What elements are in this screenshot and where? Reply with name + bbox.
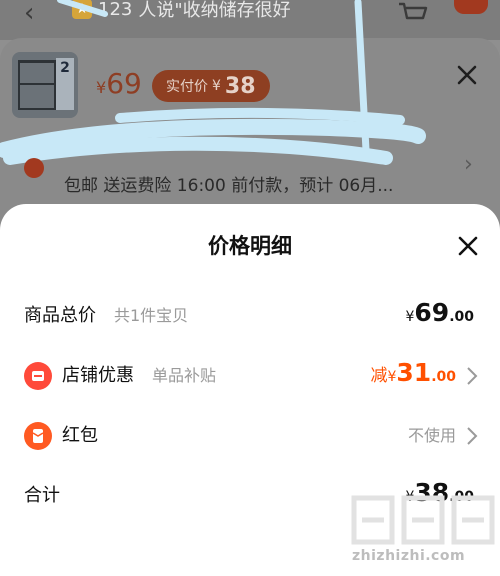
real-price-pill: 实付价 ¥ 38 — [152, 70, 270, 102]
chevron-right-icon — [467, 427, 478, 445]
review-text: 人说"收纳储存很好 — [138, 0, 291, 21]
chevron-right-icon: › — [464, 152, 473, 177]
review-banner: ★ 123 人说"收纳储存很好 — [72, 0, 291, 21]
review-count: 123 — [98, 0, 133, 20]
product-price: ¥69 — [96, 67, 142, 100]
row-shop-discount[interactable]: 店铺优惠 单品补贴 减¥31.00 — [0, 358, 500, 404]
chevron-right-icon — [467, 367, 478, 385]
goods-total-value: ¥69.00 — [405, 298, 474, 327]
watermark-text: zhizhizhi.com — [352, 548, 466, 564]
goods-count: 共1件宝贝 — [114, 306, 189, 325]
red-packet-icon — [24, 422, 52, 450]
row-goods-total: 商品总价 共1件宝贝 ¥69.00 — [0, 298, 500, 344]
shop-discount-sub: 单品补贴 — [152, 366, 217, 385]
close-icon[interactable] — [458, 236, 478, 256]
sheet-title: 价格明细 — [208, 234, 292, 258]
goods-total-label: 商品总价 — [24, 305, 96, 326]
row-red-packet[interactable]: 红包 不使用 — [0, 422, 500, 464]
notification-badge — [454, 0, 488, 14]
close-icon — [457, 65, 477, 85]
shipping-icon — [24, 158, 44, 178]
red-packet-label: 红包 — [62, 425, 98, 446]
grand-total-label: 合计 — [24, 485, 60, 506]
shop-icon — [24, 362, 52, 390]
star-icon: ★ — [72, 0, 92, 19]
back-icon: ‹ — [24, 0, 35, 28]
shipping-info: 包邮 送运费险 16:00 前付款，预计 06月... — [64, 176, 394, 196]
product-thumbnail: 2 — [12, 52, 78, 118]
red-packet-value: 不使用 — [407, 426, 456, 445]
shop-discount-value: 减¥31.00 — [370, 358, 456, 387]
cart-icon — [399, 2, 428, 20]
shop-discount-label: 店铺优惠 — [62, 365, 134, 386]
